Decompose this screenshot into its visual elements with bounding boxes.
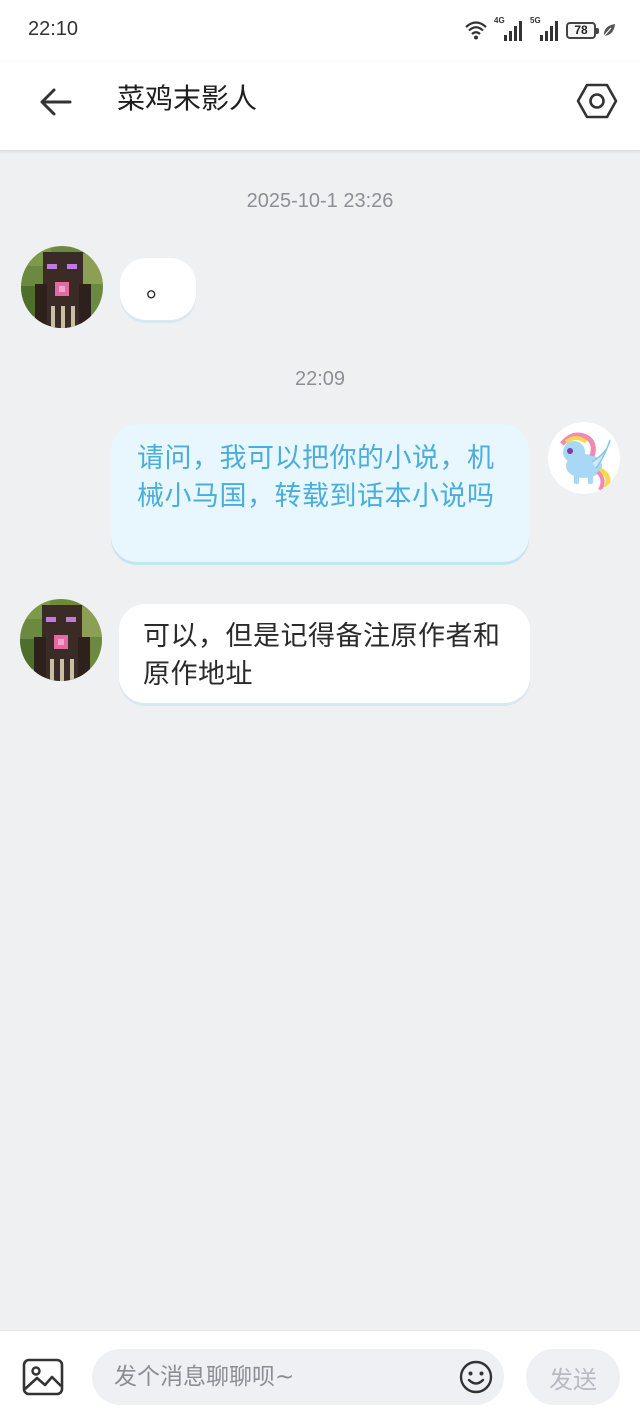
status-time: 22:10 [28,18,79,40]
contact-name: 菜鸡末影人 [117,82,258,115]
contact-avatar[interactable] [21,246,103,328]
outgoing-message-bubble[interactable]: 请问，我可以把你的小说，机械小马国，转载到话本小说吗 [111,424,529,562]
message-input[interactable] [92,1349,504,1405]
timestamp: 2025-10-1 23:26 [246,190,394,212]
battery-level: 78 [574,23,588,37]
message-text: 可以，但是记得备注原作者和原作地址 [143,621,501,690]
send-button[interactable]: 发送 [526,1349,620,1405]
leaf-icon [603,24,615,37]
wifi-icon [465,21,487,40]
status-icons: 4G 5G 78 [464,16,616,42]
emoji-icon[interactable] [458,1359,494,1395]
my-avatar[interactable] [548,422,620,494]
message-text: 请问，我可以把你的小说，机械小马国，转载到话本小说吗 [137,443,495,512]
network-type-2: 5G [530,16,541,25]
image-icon[interactable] [22,1357,64,1397]
signal-icon-2: 5G [530,16,560,42]
incoming-message-bubble[interactable]: 。 [120,258,196,320]
chat-header: 菜鸡末影人 [0,62,640,151]
network-type-1: 4G [494,16,505,25]
back-arrow-icon[interactable] [34,80,78,124]
timestamp: 22:09 [294,368,346,390]
signal-icon-1: 4G [494,16,524,42]
message-text: 。 [146,273,174,304]
settings-hexagon-icon[interactable] [576,80,618,122]
message-composer: 发送 [0,1330,640,1423]
incoming-message-bubble[interactable]: 可以，但是记得备注原作者和原作地址 [119,604,530,703]
contact-avatar[interactable] [20,599,102,681]
status-bar: 22:10 4G 5G 78 [0,0,640,62]
battery-icon: 78 [566,21,599,39]
